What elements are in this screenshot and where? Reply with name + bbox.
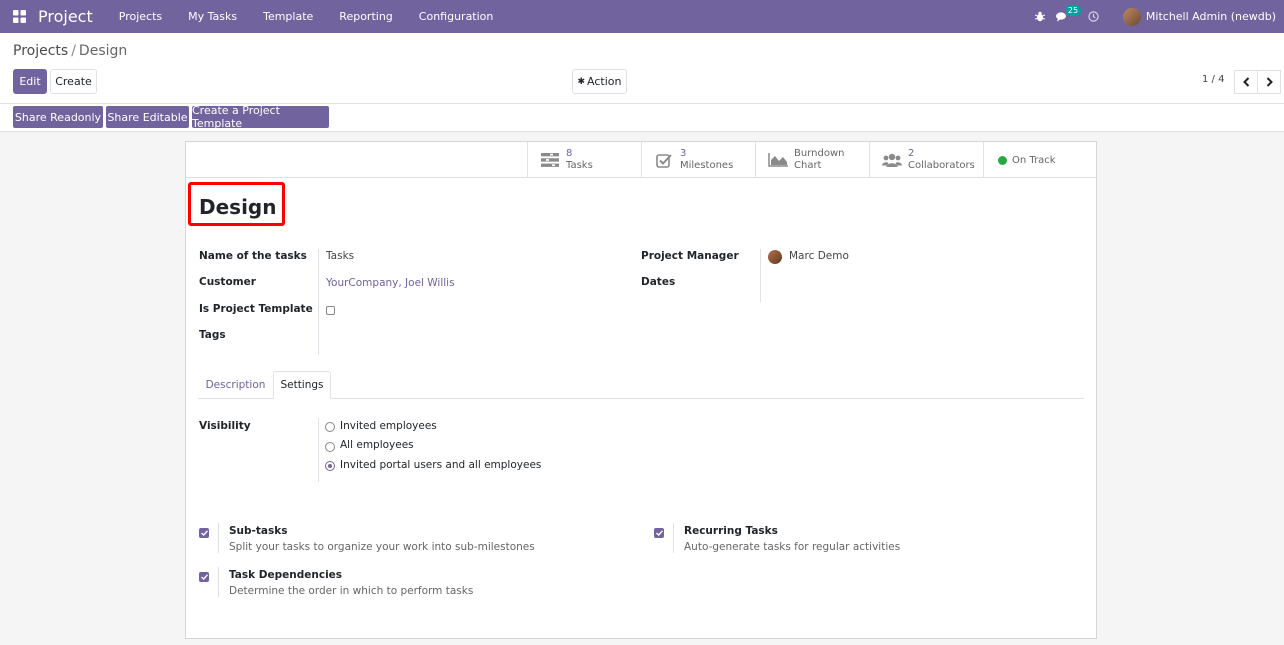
recurring-tasks-description: Auto-generate tasks for regular activiti…: [684, 541, 901, 553]
menu-reporting[interactable]: Reporting: [326, 0, 405, 33]
status-dot: [998, 155, 1007, 165]
visibility-option-label: Invited portal users and all employees: [340, 459, 542, 471]
create-project-template-button[interactable]: Create a Project Template: [192, 104, 329, 130]
users-icon: [882, 153, 902, 167]
subtasks-title: Sub-tasks: [229, 525, 288, 537]
recurring-tasks-checkbox[interactable]: [654, 528, 664, 538]
tasks-smart-button[interactable]: 8 Tasks: [527, 142, 641, 178]
menu-projects[interactable]: Projects: [106, 0, 175, 33]
main-menu: Projects My Tasks Template Reporting Con…: [106, 0, 507, 33]
name-of-tasks-label: Name of the tasks: [199, 250, 307, 262]
share-readonly-button[interactable]: Share Readonly: [13, 106, 103, 128]
action-button[interactable]: ✱ Action: [572, 69, 627, 94]
gear-icon: ✱: [577, 76, 586, 87]
collaborators-count: 2: [908, 148, 915, 159]
collaborators-label: Collaborators: [908, 160, 975, 171]
collaborators-smart-button[interactable]: 2 Collaborators: [869, 142, 983, 178]
tasks-icon: [540, 153, 560, 167]
setting-divider: [218, 523, 219, 553]
project-manager-field[interactable]: Marc Demo: [789, 250, 849, 262]
control-panel: Projects / Design Edit Create ✱ Action 1 / …: [0, 33, 1284, 104]
project-manager-label: Project Manager: [641, 250, 739, 262]
user-avatar: [1122, 7, 1141, 26]
task-dependencies-title: Task Dependencies: [229, 569, 343, 581]
status-label: On Track: [1012, 154, 1056, 166]
navbar-systray: 25 Mitchell Admin (newdb): [1029, 0, 1284, 33]
chat-icon[interactable]: 25: [1051, 0, 1082, 33]
visibility-radio-portal-and-employees[interactable]: [325, 461, 335, 471]
task-dependencies-description: Determine the order in which to perform …: [229, 585, 474, 597]
customer-field[interactable]: YourCompany, Joel Willis: [326, 277, 455, 289]
user-menu[interactable]: Mitchell Admin (newdb): [1122, 7, 1276, 26]
area-chart-icon: [768, 153, 788, 167]
subtasks-description: Split your tasks to organize your work i…: [229, 541, 535, 553]
check-icon: [200, 530, 208, 536]
field-divider: [760, 249, 761, 302]
tasks-count: 8: [566, 148, 573, 159]
name-of-tasks-field[interactable]: Tasks: [326, 250, 354, 262]
pager-previous-button[interactable]: [1234, 70, 1258, 94]
apps-icon[interactable]: [0, 0, 38, 33]
smart-button-box: 8 Tasks 3 Milestones Burndown Chart 2 Collab…: [186, 142, 1096, 178]
visibility-option-label: Invited employees: [340, 420, 437, 432]
menu-configuration[interactable]: Configuration: [406, 0, 507, 33]
is-project-template-checkbox[interactable]: [326, 306, 335, 315]
burndown-line1: Burndown: [794, 148, 845, 159]
setting-divider: [218, 567, 219, 597]
top-navbar: Project Projects My Tasks Template Repor…: [0, 0, 1284, 33]
visibility-label: Visibility: [199, 420, 251, 432]
chevron-right-icon: [1266, 77, 1273, 87]
app-brand[interactable]: Project: [38, 7, 93, 26]
customer-label: Customer: [199, 276, 256, 288]
recurring-tasks-title: Recurring Tasks: [684, 525, 778, 537]
clock-icon[interactable]: [1083, 0, 1105, 33]
project-title[interactable]: Design: [199, 195, 276, 219]
chevron-left-icon: [1242, 77, 1249, 87]
milestones-label: Milestones: [680, 160, 734, 171]
manager-avatar: [768, 250, 782, 264]
menu-template[interactable]: Template: [250, 0, 326, 33]
task-dependencies-checkbox[interactable]: [199, 572, 209, 582]
form-statusbar: Share Readonly Share Editable Create a P…: [0, 104, 1284, 132]
menu-my-tasks[interactable]: My Tasks: [175, 0, 250, 33]
field-divider: [318, 249, 319, 355]
check-square-icon: [654, 153, 674, 168]
burndown-chart-smart-button[interactable]: Burndown Chart: [755, 142, 869, 178]
action-label: Action: [587, 75, 622, 88]
messages-count-badge: 25: [1064, 5, 1082, 16]
tags-label: Tags: [199, 329, 226, 341]
notebook-tabs: Description Settings: [198, 369, 1084, 399]
visibility-radio-invited-employees[interactable]: [325, 422, 335, 432]
breadcrumb: Projects / Design: [13, 43, 127, 59]
setting-divider: [673, 523, 674, 553]
check-icon: [655, 530, 663, 536]
pager-next-button[interactable]: [1257, 70, 1281, 94]
subtasks-checkbox[interactable]: [199, 528, 209, 538]
burndown-line2: Chart: [794, 160, 822, 171]
visibility-option-label: All employees: [340, 439, 414, 451]
breadcrumb-separator: /: [71, 43, 76, 59]
edit-button[interactable]: Edit: [13, 69, 47, 94]
visibility-radio-all-employees[interactable]: [325, 442, 335, 452]
milestones-smart-button[interactable]: 3 Milestones: [641, 142, 755, 178]
breadcrumb-projects[interactable]: Projects: [13, 43, 68, 59]
milestones-count: 3: [680, 148, 687, 159]
is-project-template-label: Is Project Template: [199, 303, 313, 315]
field-divider: [318, 418, 319, 482]
dates-label: Dates: [641, 276, 676, 288]
share-editable-button[interactable]: Share Editable: [106, 106, 189, 128]
pager-value[interactable]: 1 / 4: [1202, 74, 1224, 85]
tab-settings[interactable]: Settings: [273, 371, 331, 399]
user-name: Mitchell Admin (newdb): [1145, 10, 1276, 23]
tab-description[interactable]: Description: [198, 371, 273, 399]
status-smart-button[interactable]: On Track: [983, 142, 1096, 178]
check-icon: [200, 574, 208, 580]
create-button[interactable]: Create: [50, 69, 97, 94]
breadcrumb-current: Design: [78, 43, 128, 59]
bug-icon[interactable]: [1029, 0, 1051, 33]
tasks-label: Tasks: [566, 160, 593, 171]
form-sheet: 8 Tasks 3 Milestones Burndown Chart 2 Collab…: [185, 141, 1097, 639]
